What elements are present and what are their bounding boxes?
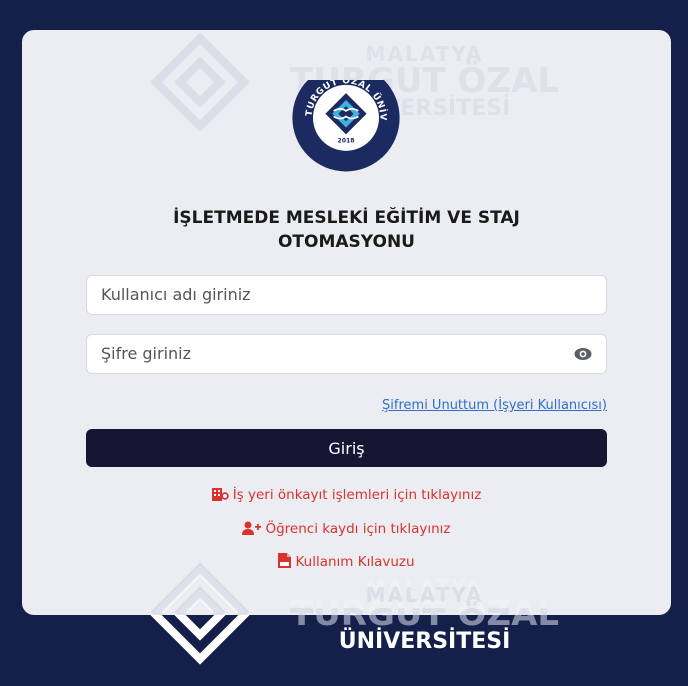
eye-icon[interactable] — [574, 347, 592, 361]
user-guide-link[interactable]: Kullanım Kılavuzu — [22, 553, 671, 570]
pdf-file-icon — [278, 553, 292, 568]
logo-year: 2018 — [337, 138, 354, 145]
watermark-text: MALATYA TURGUT ÖZAL — [290, 583, 559, 615]
forgot-password-link[interactable]: Şifremi Unuttum (İşyeri Kullanıcısı) — [382, 398, 607, 413]
username-input[interactable]: Kullanıcı adı giriniz — [86, 275, 607, 315]
building-icon — [211, 488, 229, 501]
login-button[interactable]: Giriş — [86, 429, 607, 467]
preregistration-link[interactable]: İş yeri önkayıt işlemleri için tıklayını… — [22, 487, 671, 503]
login-card: MALATYA TURGUT ÖZAL ÜNİVERSİTESİ MALATYA… — [22, 30, 671, 615]
page-title: İŞLETMEDE MESLEKİ EĞİTİM VE STAJ OTOMASY… — [173, 208, 520, 252]
user-plus-icon — [242, 521, 262, 535]
university-emblem-icon — [150, 32, 250, 132]
password-input[interactable]: Şifre giriniz — [86, 334, 607, 374]
student-registration-link[interactable]: Öğrenci kaydı için tıklayınız — [22, 521, 671, 537]
university-logo: MALATYA TURGUT ÖZAL ÜNİVERSİTESİ 2018 — [286, 80, 400, 172]
